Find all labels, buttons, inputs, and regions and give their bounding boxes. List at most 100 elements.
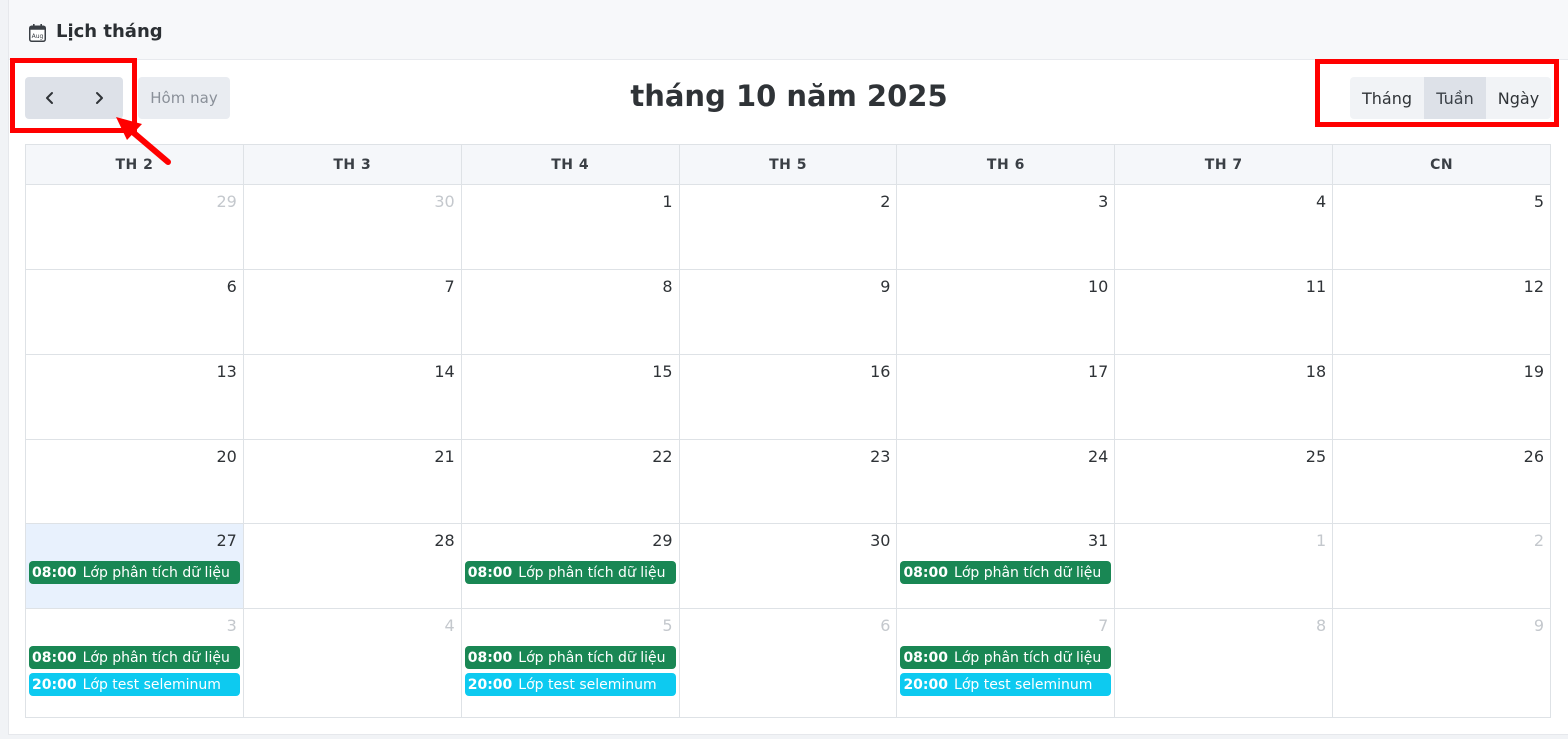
day-cell[interactable]: 24 <box>897 440 1116 523</box>
day-number[interactable]: 13 <box>217 362 237 381</box>
calendar-event[interactable]: 08:00 Lớp phân tích dữ liệu <box>29 646 240 669</box>
day-cell[interactable]: 23 <box>680 440 898 523</box>
next-month-button[interactable] <box>74 77 123 119</box>
day-cell[interactable]: 7 <box>244 270 462 354</box>
day-cell[interactable]: 5 <box>1333 185 1550 269</box>
day-cell[interactable]: 31 08:00 Lớp phân tích dữ liệu <box>897 524 1116 608</box>
day-cell[interactable]: 19 <box>1333 355 1550 439</box>
day-number[interactable]: 6 <box>880 616 890 635</box>
day-number[interactable]: 5 <box>662 616 672 635</box>
day-number[interactable]: 3 <box>1098 192 1108 211</box>
day-number[interactable]: 8 <box>662 277 672 296</box>
day-number[interactable]: 26 <box>1524 447 1544 466</box>
day-cell[interactable]: 10 <box>897 270 1116 354</box>
day-cell[interactable]: 30 <box>680 524 898 608</box>
day-number[interactable]: 5 <box>1534 192 1544 211</box>
calendar-event[interactable]: 08:00 Lớp phân tích dữ liệu <box>464 561 676 584</box>
day-cell[interactable]: 30 <box>244 185 462 269</box>
day-number[interactable]: 1 <box>662 192 672 211</box>
day-number[interactable]: 2 <box>880 192 890 211</box>
day-number[interactable]: 14 <box>434 362 454 381</box>
day-cell[interactable]: 6 <box>26 270 244 354</box>
day-cell[interactable]: 1 <box>462 185 680 269</box>
day-number[interactable]: 2 <box>1534 531 1544 550</box>
day-number[interactable]: 10 <box>1088 277 1108 296</box>
day-number[interactable]: 16 <box>870 362 890 381</box>
event-title: Lớp test seleminum <box>518 676 657 693</box>
view-month-button[interactable]: Tháng <box>1350 77 1424 119</box>
day-number[interactable]: 18 <box>1306 362 1326 381</box>
calendar-event[interactable]: 08:00 Lớp phân tích dữ liệu <box>900 561 1112 584</box>
day-cell[interactable]: 9 <box>1333 609 1550 717</box>
day-cell[interactable]: 13 <box>26 355 244 439</box>
day-number[interactable]: 4 <box>445 616 455 635</box>
day-number[interactable]: 19 <box>1524 362 1544 381</box>
day-number[interactable]: 23 <box>870 447 890 466</box>
day-number[interactable]: 22 <box>652 447 672 466</box>
day-cell[interactable]: 15 <box>462 355 680 439</box>
day-cell[interactable]: 6 <box>680 609 898 717</box>
day-number[interactable]: 3 <box>227 616 237 635</box>
day-cell[interactable]: 11 <box>1115 270 1334 354</box>
calendar-event[interactable]: 20:00 Lớp test seleminum <box>464 673 676 696</box>
day-number[interactable]: 9 <box>880 277 890 296</box>
day-cell[interactable]: 14 <box>244 355 462 439</box>
calendar-event[interactable]: 08:00 Lớp phân tích dữ liệu <box>464 646 676 669</box>
day-number[interactable]: 29 <box>652 531 672 550</box>
day-number[interactable]: 8 <box>1316 616 1326 635</box>
day-cell[interactable]: 22 <box>462 440 680 523</box>
day-cell[interactable]: 7 08:00 Lớp phân tích dữ liệu 20:00 Lớp test… <box>897 609 1116 717</box>
day-number[interactable]: 15 <box>652 362 672 381</box>
day-cell[interactable]: 21 <box>244 440 462 523</box>
day-number[interactable]: 28 <box>434 531 454 550</box>
day-cell[interactable]: 28 <box>244 524 462 608</box>
day-cell[interactable]: 16 <box>680 355 898 439</box>
day-cell[interactable]: 17 <box>897 355 1116 439</box>
day-number[interactable]: 24 <box>1088 447 1108 466</box>
day-number[interactable]: 17 <box>1088 362 1108 381</box>
day-number[interactable]: 30 <box>434 192 454 211</box>
day-number[interactable]: 9 <box>1534 616 1544 635</box>
day-number[interactable]: 4 <box>1316 192 1326 211</box>
day-number[interactable]: 30 <box>870 531 890 550</box>
day-cell[interactable]: 1 <box>1115 524 1334 608</box>
day-cell[interactable]: 12 <box>1333 270 1550 354</box>
day-cell[interactable]: 20 <box>26 440 244 523</box>
view-day-button[interactable]: Ngày <box>1486 77 1551 119</box>
day-cell[interactable]: 5 08:00 Lớp phân tích dữ liệu 20:00 Lớp test… <box>462 609 680 717</box>
day-number[interactable]: 7 <box>445 277 455 296</box>
day-number[interactable]: 1 <box>1316 531 1326 550</box>
day-cell[interactable]: 29 08:00 Lớp phân tích dữ liệu <box>462 524 680 608</box>
day-number[interactable]: 20 <box>217 447 237 466</box>
day-cell[interactable]: 8 <box>1115 609 1334 717</box>
calendar-event[interactable]: 08:00 Lớp phân tích dữ liệu <box>900 646 1112 669</box>
today-button[interactable]: Hôm nay <box>138 77 230 119</box>
calendar-event[interactable]: 08:00 Lớp phân tích dữ liệu <box>29 561 240 584</box>
day-cell[interactable]: 9 <box>680 270 898 354</box>
view-week-button[interactable]: Tuần <box>1424 77 1486 119</box>
day-number[interactable]: 31 <box>1088 531 1108 550</box>
day-cell-today[interactable]: 27 08:00 Lớp phân tích dữ liệu <box>26 524 244 608</box>
day-cell[interactable]: 4 <box>244 609 462 717</box>
day-cell[interactable]: 2 <box>680 185 898 269</box>
day-number[interactable]: 12 <box>1524 277 1544 296</box>
day-cell[interactable]: 4 <box>1115 185 1334 269</box>
day-number[interactable]: 7 <box>1098 616 1108 635</box>
day-number[interactable]: 25 <box>1306 447 1326 466</box>
prev-month-button[interactable] <box>25 77 74 119</box>
day-number[interactable]: 11 <box>1306 277 1326 296</box>
day-cell[interactable]: 2 <box>1333 524 1550 608</box>
day-cell[interactable]: 18 <box>1115 355 1334 439</box>
day-cell[interactable]: 25 <box>1115 440 1334 523</box>
day-cell[interactable]: 3 08:00 Lớp phân tích dữ liệu 20:00 Lớp test… <box>26 609 244 717</box>
day-cell[interactable]: 8 <box>462 270 680 354</box>
day-cell[interactable]: 29 <box>26 185 244 269</box>
day-number[interactable]: 6 <box>227 277 237 296</box>
calendar-event[interactable]: 20:00 Lớp test seleminum <box>29 673 240 696</box>
calendar-event[interactable]: 20:00 Lớp test seleminum <box>900 673 1112 696</box>
day-cell[interactable]: 3 <box>897 185 1116 269</box>
day-cell[interactable]: 26 <box>1333 440 1550 523</box>
day-number[interactable]: 21 <box>434 447 454 466</box>
day-number[interactable]: 29 <box>217 192 237 211</box>
day-number[interactable]: 27 <box>217 531 237 550</box>
